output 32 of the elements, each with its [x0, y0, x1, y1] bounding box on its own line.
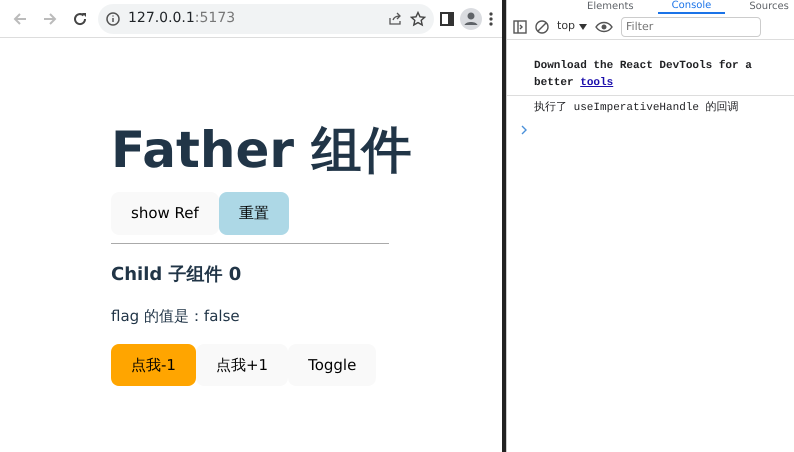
side-panel-icon[interactable]: [440, 12, 454, 26]
page-button[interactable]: 点我+1: [196, 344, 288, 386]
clear-icon[interactable]: [535, 20, 549, 34]
reload-icon: [72, 10, 88, 26]
devtools-tab[interactable]: Console: [658, 0, 726, 14]
page-button[interactable]: show Ref: [111, 192, 219, 234]
console-message: Download the React DevTools for a better tools: [507, 40, 794, 96]
page-button[interactable]: 点我-1: [111, 344, 196, 386]
share-icon[interactable]: [388, 12, 402, 26]
address-bar[interactable]: 127.0.0.1:5173: [98, 4, 434, 34]
sidebar-toggle-icon[interactable]: [513, 20, 527, 34]
devtools-tab[interactable]: Sources: [749, 0, 789, 14]
flag-text: flag 的值是：false: [111, 306, 241, 328]
star-icon[interactable]: [410, 10, 426, 26]
page-button[interactable]: Toggle: [288, 344, 376, 386]
url-text: 127.0.0.1:5173: [128, 9, 236, 28]
devtools-tab[interactable]: Elements: [587, 0, 634, 14]
context-dropdown[interactable]: top: [557, 18, 588, 35]
eye-icon[interactable]: [595, 20, 614, 32]
info-icon: [106, 12, 120, 26]
menu-icon[interactable]: [488, 10, 494, 26]
filter-field[interactable]: Filter: [621, 16, 762, 36]
forward-icon: [42, 10, 58, 26]
caret-icon: [579, 24, 588, 30]
back-icon: [12, 10, 28, 26]
console-link[interactable]: tools: [580, 76, 614, 88]
profile-icon[interactable]: [460, 8, 482, 30]
page-title: Father 组件: [111, 120, 412, 180]
prompt-icon[interactable]: [521, 125, 528, 136]
console-message: 执行了 useImperativeHandle 的回调: [533, 100, 740, 116]
child-title: Child 子组件 0: [111, 264, 242, 286]
page-button[interactable]: 重置: [218, 192, 289, 234]
